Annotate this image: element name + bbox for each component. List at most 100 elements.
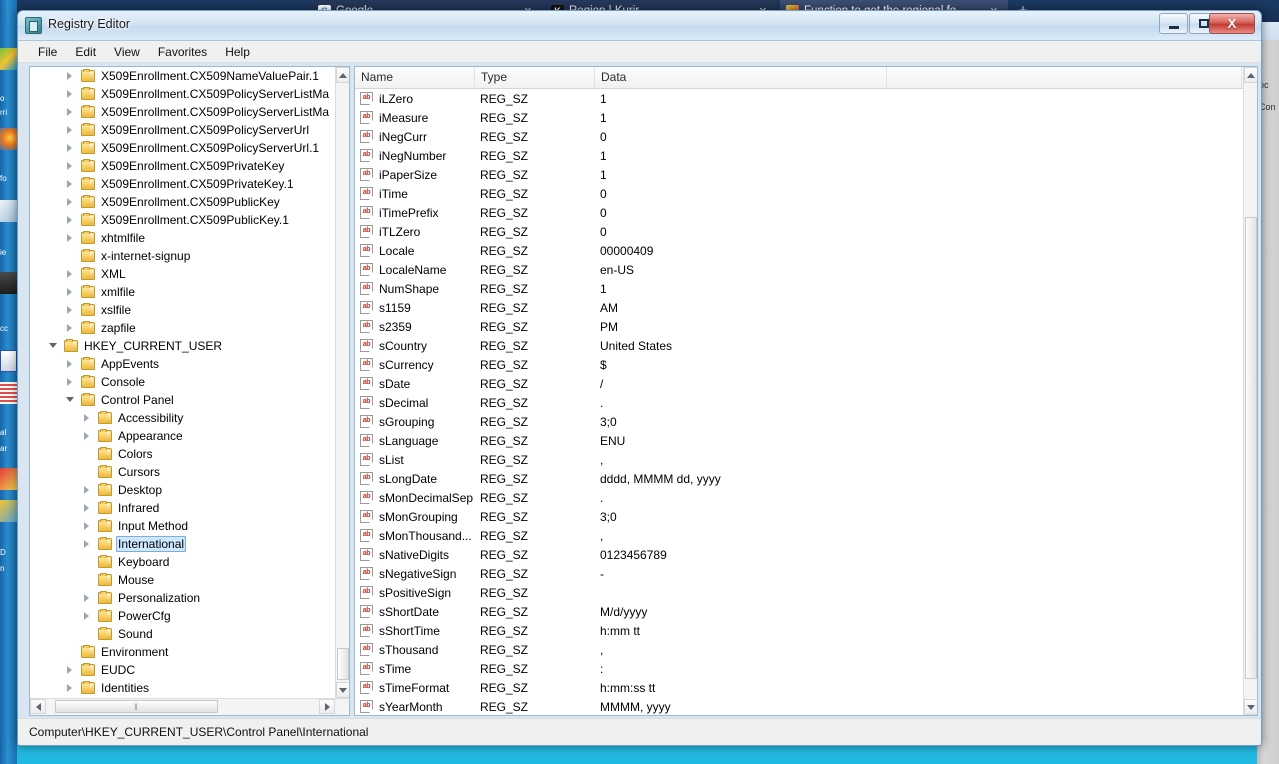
registry-value-row[interactable]: absTimeFormatREG_SZh:mm:ss tt (355, 678, 1243, 697)
registry-value-row[interactable]: abiMeasureREG_SZ1 (355, 108, 1243, 127)
tree-node[interactable]: EUDC (30, 661, 335, 679)
registry-value-row[interactable]: absNativeDigitsREG_SZ0123456789 (355, 545, 1243, 564)
taskbar-icon-1[interactable] (0, 48, 17, 70)
registry-value-row[interactable]: absDecimalREG_SZ. (355, 393, 1243, 412)
registry-value-row[interactable]: absShortDateREG_SZM/d/yyyy (355, 602, 1243, 621)
left-taskbar[interactable]: o rri fo ie cc al ar D n (0, 0, 17, 764)
menu-edit[interactable]: Edit (66, 43, 105, 61)
registry-value-row[interactable]: abLocaleNameREG_SZen-US (355, 260, 1243, 279)
tree-node[interactable]: HKEY_CURRENT_USER (30, 337, 335, 355)
tree-node[interactable]: X509Enrollment.CX509PrivateKey.1 (30, 175, 335, 193)
expand-arrow-icon[interactable] (81, 409, 92, 427)
close-button[interactable]: X (1209, 13, 1255, 34)
registry-values-pane[interactable]: NameTypeData abiLZeroREG_SZ1abiMeasureRE… (354, 66, 1258, 716)
menu-favorites[interactable]: Favorites (149, 43, 216, 61)
tree-node[interactable]: X509Enrollment.CX509PolicyServerListMa (30, 103, 335, 121)
scroll-right-button[interactable] (319, 699, 335, 714)
expand-arrow-icon[interactable] (81, 481, 92, 499)
lines-icon[interactable] (0, 382, 17, 404)
tree-node[interactable]: Appearance (30, 427, 335, 445)
tree-vertical-scrollbar[interactable] (335, 67, 349, 698)
menubar[interactable]: File Edit View Favorites Help (18, 41, 1261, 63)
tree-node[interactable]: X509Enrollment.CX509PolicyServerUrl.1 (30, 139, 335, 157)
registry-value-row[interactable]: abiLZeroREG_SZ1 (355, 89, 1243, 108)
expand-arrow-icon[interactable] (64, 67, 75, 85)
registry-value-row[interactable]: absNegativeSignREG_SZ- (355, 564, 1243, 583)
registry-editor-window[interactable]: Registry Editor X File Edit View Favorit… (17, 10, 1262, 746)
registry-value-row[interactable]: absLanguageREG_SZENU (355, 431, 1243, 450)
expand-arrow-icon[interactable] (64, 175, 75, 193)
tree-node[interactable]: Identities (30, 679, 335, 697)
tree-node[interactable]: X509Enrollment.CX509PublicKey (30, 193, 335, 211)
window-icon[interactable] (0, 350, 17, 372)
scrollbar-thumb[interactable] (1245, 217, 1257, 679)
scrollbar-thumb[interactable]: ‖ (55, 700, 218, 713)
tree-node[interactable]: Control Panel (30, 391, 335, 409)
tree-node[interactable]: Input Method (30, 517, 335, 535)
registry-values-list[interactable]: abiLZeroREG_SZ1abiMeasureREG_SZ1abiNegCu… (355, 89, 1243, 715)
registry-value-row[interactable]: abiTimeREG_SZ0 (355, 184, 1243, 203)
registry-value-row[interactable]: abiTLZeroREG_SZ0 (355, 222, 1243, 241)
registry-value-row[interactable]: absTimeREG_SZ: (355, 659, 1243, 678)
registry-value-row[interactable]: absCurrencyREG_SZ$ (355, 355, 1243, 374)
scroll-left-button[interactable] (30, 699, 46, 714)
tree-node[interactable]: Desktop (30, 481, 335, 499)
registry-value-row[interactable]: abLocaleREG_SZ00000409 (355, 241, 1243, 260)
book-icon[interactable] (0, 468, 17, 490)
expand-arrow-icon[interactable] (64, 265, 75, 283)
registry-tree-pane[interactable]: X509Enrollment.CX509NameValuePair.1X509E… (29, 66, 350, 716)
expand-arrow-icon[interactable] (81, 517, 92, 535)
registry-value-row[interactable]: absYearMonthREG_SZMMMM, yyyy (355, 697, 1243, 715)
column-header-name[interactable]: Name (355, 67, 475, 88)
tree-node[interactable]: Environment (30, 643, 335, 661)
registry-value-row[interactable]: absGroupingREG_SZ3;0 (355, 412, 1243, 431)
list-vertical-scrollbar[interactable] (1243, 67, 1257, 715)
list-column-headers[interactable]: NameTypeData (355, 67, 1243, 89)
expand-arrow-icon[interactable] (64, 85, 75, 103)
tree-node[interactable]: XML (30, 265, 335, 283)
registry-value-row[interactable]: abs2359REG_SZPM (355, 317, 1243, 336)
firefox-icon[interactable] (0, 128, 17, 150)
expand-arrow-icon[interactable] (64, 319, 75, 337)
tree-node[interactable]: PowerCfg (30, 607, 335, 625)
tree-node[interactable]: zapfile (30, 319, 335, 337)
column-header-data[interactable]: Data (595, 67, 887, 88)
scrollbar-thumb[interactable] (337, 648, 349, 680)
collapse-arrow-icon[interactable] (64, 391, 75, 409)
registry-value-row[interactable]: abiNegNumberREG_SZ1 (355, 146, 1243, 165)
expand-arrow-icon[interactable] (64, 679, 75, 697)
tree-node[interactable]: Accessibility (30, 409, 335, 427)
collapse-arrow-icon[interactable] (47, 337, 58, 355)
tree-node[interactable]: Colors (30, 445, 335, 463)
registry-value-row[interactable]: absLongDateREG_SZdddd, MMMM dd, yyyy (355, 469, 1243, 488)
tree-node[interactable]: X509Enrollment.CX509NameValuePair.1 (30, 67, 335, 85)
expand-arrow-icon[interactable] (64, 301, 75, 319)
registry-value-row[interactable]: absDateREG_SZ/ (355, 374, 1243, 393)
minimize-button[interactable] (1159, 13, 1188, 34)
scroll-up-button[interactable] (336, 67, 350, 83)
tree-node[interactable]: xmlfile (30, 283, 335, 301)
folder-icon[interactable] (0, 500, 17, 522)
registry-value-row[interactable]: absShortTimeREG_SZh:mm tt (355, 621, 1243, 640)
expand-arrow-icon[interactable] (81, 499, 92, 517)
registry-value-row[interactable]: abiTimePrefixREG_SZ0 (355, 203, 1243, 222)
scroll-down-button[interactable] (336, 682, 350, 698)
registry-value-row[interactable]: abs1159REG_SZAM (355, 298, 1243, 317)
expand-arrow-icon[interactable] (81, 535, 92, 553)
menu-view[interactable]: View (105, 43, 149, 61)
expand-arrow-icon[interactable] (64, 193, 75, 211)
registry-value-row[interactable]: absPositiveSignREG_SZ (355, 583, 1243, 602)
tree-node[interactable]: X509Enrollment.CX509PolicyServerListMa (30, 85, 335, 103)
tree-node[interactable]: x-internet-signup (30, 247, 335, 265)
tree-node[interactable]: xhtmlfile (30, 229, 335, 247)
registry-value-row[interactable]: abiNegCurrREG_SZ0 (355, 127, 1243, 146)
tree-node[interactable]: xslfile (30, 301, 335, 319)
tree-node[interactable]: Mouse (30, 571, 335, 589)
expand-arrow-icon[interactable] (64, 283, 75, 301)
tree-node[interactable]: Keyboard (30, 553, 335, 571)
window-titlebar[interactable]: Registry Editor X (18, 11, 1261, 41)
registry-value-row[interactable]: absMonThousand...REG_SZ, (355, 526, 1243, 545)
expand-arrow-icon[interactable] (64, 229, 75, 247)
registry-value-row[interactable]: absMonDecimalSepREG_SZ. (355, 488, 1243, 507)
registry-tree[interactable]: X509Enrollment.CX509NameValuePair.1X509E… (30, 67, 335, 698)
